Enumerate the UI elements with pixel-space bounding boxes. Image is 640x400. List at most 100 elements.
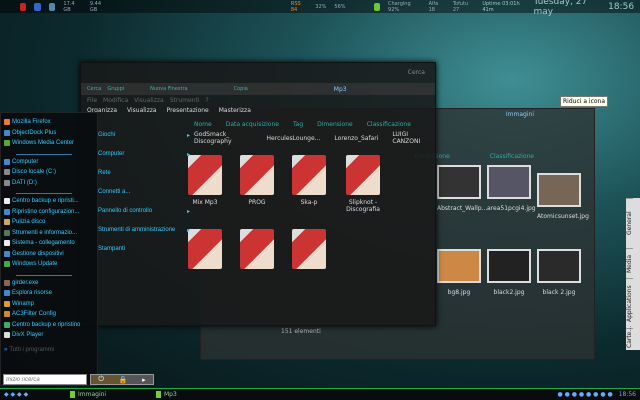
start-item[interactable]: Strumenti e informazio... bbox=[1, 228, 97, 239]
taskbar-item-images[interactable]: Immagini bbox=[70, 391, 130, 398]
top-status-bar: 17.4 GB 9.44 GB RSS 84 32% 56% Charging … bbox=[0, 0, 640, 17]
folder-item[interactable]: GodSmack_ Discography bbox=[194, 131, 253, 145]
command-bar: Organizza Visualizza Presentazione Maste… bbox=[81, 105, 435, 116]
image-thumb[interactable]: area51pcgi4.jpg bbox=[487, 165, 536, 212]
start-right-item[interactable]: Strumenti di amministrazione ▸ bbox=[98, 227, 198, 240]
start-item[interactable]: Ripristino configurazion... bbox=[1, 207, 97, 218]
start-item[interactable]: Pulizia disco bbox=[1, 217, 97, 228]
time: 18:56 bbox=[608, 1, 635, 12]
start-item[interactable]: Disco locale (C:) bbox=[1, 167, 97, 178]
start-right-item[interactable]: Stampanti bbox=[98, 246, 198, 259]
start-item[interactable]: Windows Update bbox=[1, 259, 97, 270]
menu-tools[interactable]: Strumenti bbox=[170, 97, 200, 104]
start-item[interactable]: Winamp bbox=[1, 299, 97, 310]
tab-carte[interactable]: Carte... bbox=[626, 326, 633, 348]
folder-item[interactable] bbox=[237, 229, 277, 273]
disk-1-usage: 17.4 GB bbox=[63, 0, 75, 13]
rss-count: RSS 84 bbox=[290, 0, 301, 13]
start-right-item[interactable]: Giochi ▸ bbox=[98, 132, 198, 145]
quick-launch-icons[interactable]: ◆ ◆ ◆ ◆ bbox=[4, 391, 64, 398]
start-item[interactable]: Sistema - collegamento bbox=[1, 238, 97, 249]
window-title: Immagini bbox=[505, 111, 534, 118]
folder-prog[interactable]: PROG bbox=[237, 155, 277, 206]
battery-status: Charging 92% bbox=[388, 0, 411, 13]
start-item[interactable]: DivX Player bbox=[1, 330, 97, 341]
shutdown-button[interactable]: ⏻ bbox=[98, 375, 104, 384]
start-right-pane: Giochi ▸ Computer ▸ Rete Connetti a... Pan… bbox=[98, 132, 198, 332]
folder-item[interactable]: Lorenzo_Safari bbox=[334, 135, 378, 142]
date: Tuesday, 27 may bbox=[533, 0, 588, 17]
menu-file[interactable]: File bbox=[87, 97, 97, 104]
view-button[interactable]: Visualizza bbox=[127, 107, 157, 114]
search-box[interactable]: Cerca bbox=[408, 69, 425, 76]
network-icon[interactable] bbox=[48, 2, 56, 11]
start-menu: Mozilla Firefox ObjectDock Plus Windows … bbox=[0, 112, 98, 386]
new-window-button[interactable]: Nuova Finestra bbox=[150, 86, 187, 92]
tab-general[interactable]: General bbox=[626, 198, 633, 248]
start-item[interactable]: DATI (D:) bbox=[1, 178, 97, 189]
menu-edit[interactable]: Modifica bbox=[103, 97, 128, 104]
power-icon[interactable] bbox=[34, 2, 41, 11]
menu-help[interactable]: ? bbox=[205, 97, 208, 104]
menu-view[interactable]: Visualizza bbox=[134, 97, 164, 104]
start-right-item[interactable]: Pannello di controllo ▸ bbox=[98, 208, 198, 221]
image-thumb[interactable]: black 2.jpg bbox=[537, 249, 581, 296]
uptime: Uptime 03:01h 41m bbox=[482, 0, 520, 13]
column-tag[interactable]: Tag bbox=[293, 121, 303, 128]
start-item[interactable]: Esplora risorse bbox=[1, 288, 97, 299]
more-options-button[interactable]: ▸ bbox=[142, 376, 146, 384]
power-buttons: ⏻ 🔒 ▸ bbox=[90, 374, 154, 385]
folder-slipknot[interactable]: Slipknot - Discografia bbox=[343, 155, 383, 213]
battery-icon bbox=[373, 2, 381, 11]
start-item[interactable]: Mozilla Firefox bbox=[1, 117, 97, 128]
slideshow-button[interactable]: Presentazione bbox=[167, 107, 209, 114]
start-item[interactable]: Computer bbox=[1, 157, 97, 168]
window-title: Mp3 bbox=[333, 85, 347, 93]
menu-bar: File Modifica Visualizza Strumenti ? bbox=[81, 96, 435, 105]
column-name[interactable]: Nome bbox=[194, 121, 212, 128]
column-size[interactable]: Dimensione bbox=[317, 121, 353, 128]
status-text: 151 elementi bbox=[281, 328, 321, 335]
cpu-usage: 32% bbox=[315, 3, 327, 10]
memory-usage: 56% bbox=[334, 3, 346, 10]
start-item[interactable]: Windows Media Center bbox=[1, 138, 97, 149]
image-thumb[interactable]: black2.jpg bbox=[487, 249, 531, 296]
image-thumb[interactable]: Abstract_Wallp... bbox=[437, 165, 487, 212]
column-date[interactable]: Data acquisizione bbox=[226, 121, 279, 128]
image-thumb[interactable]: bg8.jpg bbox=[437, 249, 481, 296]
tab-media[interactable]: Media bbox=[626, 248, 633, 278]
column-rating[interactable]: Classificazione bbox=[367, 121, 411, 128]
start-right-item[interactable]: Computer ▸ bbox=[98, 151, 198, 164]
groups-button[interactable]: Gruppi bbox=[107, 86, 124, 92]
lock-button[interactable]: 🔒 bbox=[119, 376, 128, 384]
start-item[interactable]: ObjectDock Plus bbox=[1, 128, 97, 139]
tray-icons[interactable]: ● ● ● ● ● ● ● ● bbox=[557, 391, 612, 398]
rss-icon[interactable] bbox=[276, 3, 282, 11]
sidebar-tabs: General Media Applications Carte... bbox=[626, 198, 640, 350]
start-right-item[interactable]: Connetti a... bbox=[98, 189, 198, 202]
start-item[interactable]: AC3Filter Config bbox=[1, 309, 97, 320]
copy-button[interactable]: Copia bbox=[234, 86, 248, 92]
start-item[interactable]: girder.exe bbox=[1, 278, 97, 289]
mail-1[interactable]: Alfa 18 bbox=[429, 1, 445, 13]
start-search-input[interactable] bbox=[3, 374, 87, 385]
start-right-item[interactable]: Rete bbox=[98, 170, 198, 183]
shutdown-icon[interactable] bbox=[20, 2, 27, 11]
taskbar-item-mp3[interactable]: Mp3 bbox=[156, 391, 216, 398]
toolbar: Cerca Gruppi Nuova Finestra Copia Mp3 bbox=[81, 83, 435, 95]
tab-applications[interactable]: Applications bbox=[626, 278, 633, 328]
burn-button[interactable]: Masterizza bbox=[219, 107, 251, 114]
image-thumb[interactable]: Atomicsunset.jpg bbox=[537, 173, 589, 220]
folder-item[interactable] bbox=[289, 229, 329, 273]
folder-item[interactable]: LUIGI CANZONI bbox=[392, 131, 428, 145]
all-programs[interactable]: » Tutti i programmi bbox=[1, 345, 97, 356]
folder-item[interactable]: HerculesLounge... bbox=[267, 135, 321, 142]
search-button[interactable]: Cerca bbox=[87, 86, 101, 92]
start-item[interactable]: Gestione dispositivi bbox=[1, 249, 97, 260]
column-rating[interactable]: Classificazione bbox=[490, 153, 534, 160]
mail-2[interactable]: Tofutu 27 bbox=[453, 1, 475, 13]
start-item[interactable]: Centro backup e ripristino bbox=[1, 320, 97, 331]
disk-2-usage: 9.44 GB bbox=[89, 0, 102, 13]
start-item[interactable]: Centro backup e ripristi... bbox=[1, 196, 97, 207]
folder-ska-p[interactable]: Ska-p bbox=[289, 155, 329, 206]
